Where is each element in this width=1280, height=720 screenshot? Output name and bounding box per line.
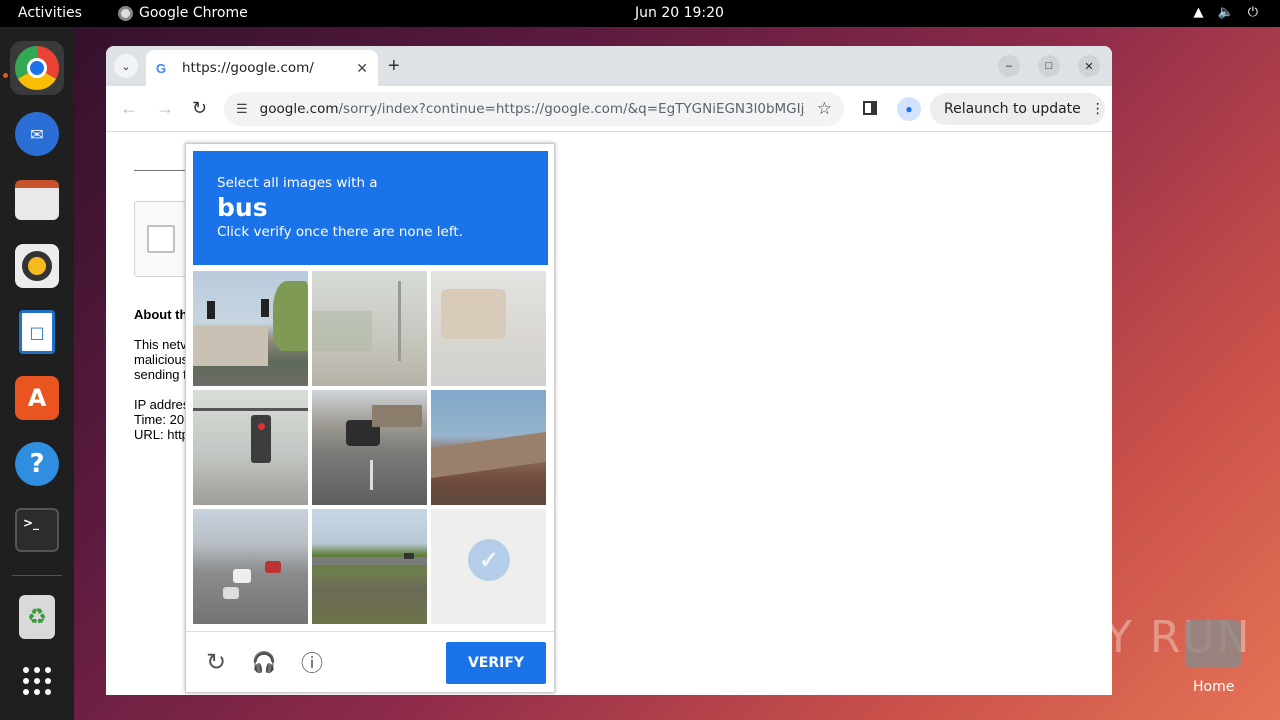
reload-button[interactable]: ↻ xyxy=(192,98,207,119)
tab-title: https://google.com/ xyxy=(182,60,314,76)
close-tab-icon[interactable]: ✕ xyxy=(356,60,368,77)
dock-app-center[interactable]: A xyxy=(10,371,64,425)
app-name: Google Chrome xyxy=(139,5,248,21)
dock-rhythmbox[interactable] xyxy=(10,239,64,293)
files-icon xyxy=(15,180,59,220)
captcha-tile[interactable] xyxy=(193,390,308,505)
forward-button[interactable]: → xyxy=(156,98,174,119)
show-apps-icon xyxy=(23,667,51,695)
relaunch-button[interactable]: Relaunch to update ⋮ xyxy=(930,93,1105,125)
activities-button[interactable]: Activities xyxy=(18,5,82,21)
instruction-detail: Click verify once there are none left. xyxy=(217,224,463,240)
app-center-icon: A xyxy=(15,376,59,420)
chrome-icon xyxy=(118,5,133,21)
audio-challenge-icon[interactable]: 🎧 xyxy=(250,648,278,676)
captcha-tile[interactable] xyxy=(431,271,546,386)
trash-icon: ♻ xyxy=(19,595,55,639)
challenge-footer: ↻ 🎧 ⓘ VERIFY xyxy=(186,631,554,693)
info-icon[interactable]: ⓘ xyxy=(298,648,326,676)
thunderbird-icon: ✉ xyxy=(15,112,59,156)
challenge-header: Select all images with a bus Click verif… xyxy=(193,151,548,265)
chevron-down-icon: ⌄ xyxy=(121,60,131,73)
dock-trash[interactable]: ♻ xyxy=(10,590,64,644)
dock-separator xyxy=(12,575,62,576)
captcha-tile[interactable] xyxy=(431,390,546,505)
dock-help[interactable]: ? xyxy=(10,437,64,491)
tab-strip: ⌄ G https://google.com/ ✕ + – □ ✕ xyxy=(106,46,1112,86)
captcha-tile[interactable] xyxy=(193,271,308,386)
url-text: google.com/sorry/index?continue=https://… xyxy=(259,101,805,117)
recaptcha-checkbox[interactable] xyxy=(147,225,175,253)
dock: ✉ □ A ? >_ ♻ xyxy=(0,27,74,720)
system-tray[interactable]: ▲ 🔈 ⏻ xyxy=(1194,5,1258,20)
instruction-line: Select all images with a xyxy=(217,175,378,191)
network-icon: ▲ xyxy=(1193,5,1204,20)
power-icon: ⏻ xyxy=(1247,5,1258,20)
tile-grid: ✓ xyxy=(193,271,548,626)
close-window-button[interactable]: ✕ xyxy=(1078,55,1100,77)
side-panel-icon[interactable] xyxy=(863,101,877,115)
info-paragraph: This netv malicious sending t xyxy=(134,337,189,382)
chrome-icon xyxy=(15,46,59,90)
verify-button[interactable]: VERIFY xyxy=(446,642,546,684)
target-object: bus xyxy=(217,193,268,222)
dock-thunderbird[interactable]: ✉ xyxy=(10,107,64,161)
show-apps-button[interactable] xyxy=(10,654,64,708)
libreoffice-impress-icon: □ xyxy=(19,310,55,354)
site-info-icon[interactable]: ☰ xyxy=(236,101,248,117)
address-bar[interactable]: ☰ google.com/sorry/index?continue=https:… xyxy=(224,92,844,126)
relaunch-label: Relaunch to update xyxy=(944,101,1081,117)
back-button[interactable]: ← xyxy=(120,98,138,119)
bookmark-star-icon[interactable]: ☆ xyxy=(817,99,832,119)
terminal-icon: >_ xyxy=(15,508,59,552)
dock-terminal[interactable]: >_ xyxy=(10,503,64,557)
captcha-challenge: Select all images with a bus Click verif… xyxy=(185,143,555,693)
home-folder-icon[interactable] xyxy=(1185,620,1241,668)
about-heading: About th xyxy=(134,307,188,322)
captcha-tile[interactable] xyxy=(312,509,427,624)
captcha-tile[interactable] xyxy=(312,390,427,505)
rhythmbox-icon xyxy=(15,244,59,288)
home-folder-label: Home xyxy=(1193,679,1235,695)
tab-search-button[interactable]: ⌄ xyxy=(114,54,138,78)
captcha-tile[interactable] xyxy=(312,271,427,386)
checkmark-icon: ✓ xyxy=(468,539,510,581)
dock-files[interactable] xyxy=(10,173,64,227)
request-details: IP addres Time: 20 URL: http xyxy=(134,397,190,442)
google-favicon-icon: G xyxy=(156,60,167,76)
toolbar: ← → ↻ ☰ google.com/sorry/index?continue=… xyxy=(106,86,1112,132)
clock[interactable]: Jun 20 19:20 xyxy=(635,5,724,21)
dock-impress[interactable]: □ xyxy=(10,305,64,359)
new-tab-button[interactable]: + xyxy=(388,55,400,78)
tab-google[interactable]: G https://google.com/ ✕ xyxy=(146,50,378,86)
more-menu-icon: ⋮ xyxy=(1090,101,1105,117)
help-icon: ? xyxy=(15,442,59,486)
profile-avatar-icon[interactable]: ● xyxy=(897,97,921,121)
maximize-button[interactable]: □ xyxy=(1038,55,1060,77)
volume-icon: 🔈 xyxy=(1217,5,1234,20)
dock-chrome[interactable] xyxy=(10,41,64,95)
top-bar: Activities Google Chrome Jun 20 19:20 ▲ … xyxy=(0,0,1280,27)
captcha-tile-selected[interactable]: ✓ xyxy=(431,509,546,624)
running-indicator xyxy=(3,73,8,78)
captcha-tile[interactable] xyxy=(193,509,308,624)
minimize-button[interactable]: – xyxy=(998,55,1020,77)
reload-challenge-icon[interactable]: ↻ xyxy=(202,648,230,676)
app-menu[interactable]: Google Chrome xyxy=(118,5,248,21)
